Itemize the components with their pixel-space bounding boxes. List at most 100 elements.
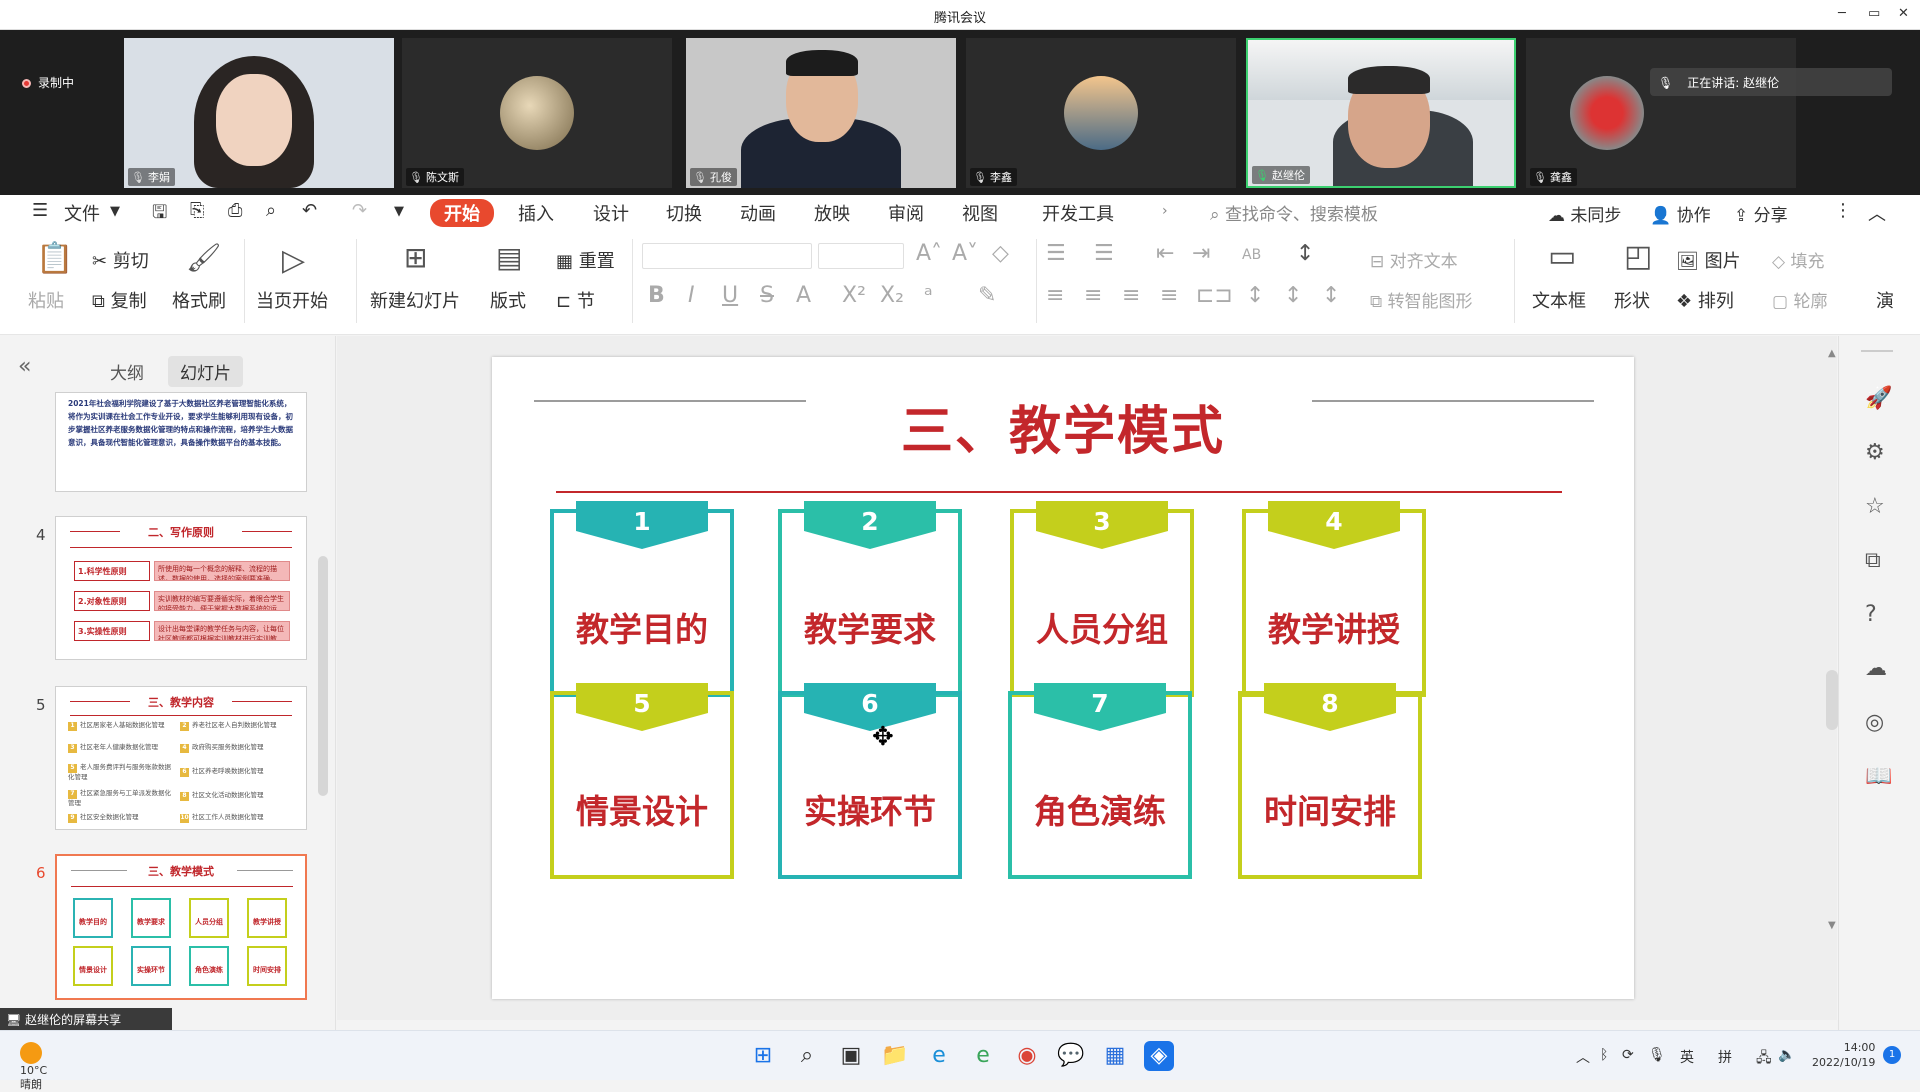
chevron-down-icon[interactable]: ▼ [394, 204, 404, 219]
more-icon[interactable]: ⋮ [1834, 200, 1852, 221]
slide-thumb-5[interactable]: 三、教学内容 1 社区居家老人基础数据化管理 2 养老社区老人自判数据化管理 3 社区… [55, 686, 307, 830]
save-icon[interactable]: 🖫 [152, 200, 167, 230]
bullet-list-icon[interactable]: ☰ [1046, 241, 1066, 266]
italic-icon[interactable]: I [688, 283, 695, 308]
font-color-icon[interactable]: A [796, 283, 811, 308]
compass-icon[interactable]: ◎ [1865, 710, 1884, 735]
bold-icon[interactable]: B [648, 283, 665, 308]
video-tile-5[interactable]: 🎙 赵继伦 [1246, 38, 1516, 188]
paste-icon[interactable]: 📋 [36, 241, 73, 276]
tab-design[interactable]: 设计 [593, 200, 629, 226]
mode-card-1[interactable]: 1 教学目的 [550, 501, 734, 697]
sync-icon[interactable]: ⟳ [1622, 1047, 1634, 1063]
smart-shape-button[interactable]: ⧉ 转智能图形 [1370, 287, 1473, 312]
arrange-button[interactable]: ❖ 排列 [1676, 287, 1734, 313]
chevron-down-icon[interactable]: ▼ [110, 204, 120, 219]
tab-insert[interactable]: 插入 [518, 200, 554, 226]
copy-button[interactable]: ⧉ 复制 [92, 287, 147, 313]
cast-icon[interactable]: ⧉ [1865, 548, 1881, 573]
recording-indicator[interactable]: 录制中 [22, 74, 74, 91]
new-slide-button[interactable]: 新建幻灯片 [370, 287, 460, 313]
export-icon[interactable]: ⎘ [190, 200, 204, 221]
browser-icon[interactable]: e [968, 1041, 998, 1071]
sync-status[interactable]: ☁ 未同步 [1548, 201, 1621, 226]
phonetic-icon[interactable]: ᵃ [924, 283, 933, 308]
image-button[interactable]: 🖼 图片 [1676, 247, 1741, 273]
screen-share-badge[interactable]: 🖥 赵继伦的屏幕共享 [0, 1008, 172, 1030]
tab-developer[interactable]: 开发工具 [1042, 200, 1114, 226]
mode-card-5[interactable]: 5 情景设计 [550, 683, 734, 879]
bluetooth-icon[interactable]: ᛒ [1600, 1047, 1608, 1063]
fill-button[interactable]: ◇ 填充 [1772, 247, 1824, 272]
settings-sliders-icon[interactable]: ⚙ [1865, 440, 1885, 465]
collapse-ribbon-icon[interactable]: ︿ [1868, 200, 1886, 226]
new-slide-icon[interactable]: ⊞ [404, 241, 427, 274]
slide-thumb-6[interactable]: 三、教学模式 教学目的 教学要求 人员分组 教学讲授 情景设计 实操环节 角色演… [55, 854, 307, 1000]
chevron-up-icon[interactable]: ︿ [1576, 1047, 1590, 1067]
start-icon[interactable]: ⊞ [748, 1041, 778, 1071]
wechat-icon[interactable]: 💬 [1056, 1041, 1086, 1071]
slide-thumb-4[interactable]: 二、写作原则 1.科学性原则 所使用的每一个概念的解释、流程的描述，数据的使用，… [55, 516, 307, 660]
align-text-button[interactable]: ⊟ 对齐文本 [1370, 247, 1458, 272]
superscript-icon[interactable]: X² [842, 283, 866, 308]
paste-button[interactable]: 粘贴 [28, 287, 64, 313]
file-explorer-icon[interactable]: 📁 [880, 1041, 910, 1071]
search-icon[interactable]: ⌕ [792, 1041, 822, 1071]
redo-icon[interactable]: ↷ [352, 200, 367, 221]
slide[interactable]: 三、教学模式 1 教学目的 2 教学要求 3 人员分组 4 教学讲授 5 情景设计 6 实操环节 7 角色… [492, 357, 1634, 999]
volume-icon[interactable]: 🔈 [1778, 1047, 1795, 1063]
mode-card-6[interactable]: 6 实操环节 [778, 683, 962, 879]
align-right-icon[interactable]: ≡ [1122, 283, 1140, 308]
textbox-icon[interactable]: ▭ [1548, 239, 1576, 274]
section-button[interactable]: ⊏ 节 [556, 287, 595, 313]
tab-slides[interactable]: 幻灯片 [168, 356, 243, 387]
scroll-up-icon[interactable]: ▲ [1828, 348, 1836, 359]
mode-card-3[interactable]: 3 人员分组 [1010, 501, 1194, 697]
rocket-icon[interactable]: 🚀 [1865, 386, 1892, 411]
canvas-scrollbar[interactable] [1826, 670, 1838, 730]
indent-icon[interactable]: ⇥ [1192, 241, 1210, 266]
mode-card-2[interactable]: 2 教学要求 [778, 501, 962, 697]
video-tile-2[interactable]: 🎙 陈文斯 [402, 38, 672, 188]
shape-button[interactable]: 形状 [1614, 287, 1650, 313]
tab-review[interactable]: 审阅 [888, 200, 924, 226]
video-tile-6[interactable]: 🎙 龚鑫 [1526, 38, 1796, 188]
cloud-icon[interactable]: ☁ [1865, 656, 1887, 681]
align-left-icon[interactable]: ≡ [1046, 283, 1064, 308]
collapse-panel-icon[interactable]: « [18, 354, 31, 379]
reset-button[interactable]: ▦ 重置 [556, 247, 615, 273]
task-view-icon[interactable]: ▣ [836, 1041, 866, 1071]
weather-widget[interactable]: 10°C 晴朗 [20, 1042, 50, 1092]
shape-icon[interactable]: ◰ [1624, 239, 1652, 274]
undo-icon[interactable]: ↶ [302, 200, 317, 221]
ime-mode[interactable]: 拼 [1718, 1047, 1732, 1067]
underline-icon[interactable]: U [722, 283, 738, 308]
sort-icon[interactable]: ↕ [1296, 241, 1314, 266]
highlight-icon[interactable]: ✎ [978, 283, 996, 308]
strikethrough-icon[interactable]: S [760, 283, 774, 308]
play-current-button[interactable]: 当页开始 [256, 287, 328, 313]
edge-icon[interactable]: e [924, 1041, 954, 1071]
format-painter-button[interactable]: 格式刷 [172, 287, 226, 313]
font-grow-icon[interactable]: A˄ [916, 241, 942, 266]
outline-button[interactable]: ▢ 轮廓 [1772, 287, 1827, 312]
star-icon[interactable]: ☆ [1865, 494, 1885, 519]
notification-badge[interactable]: 1 [1883, 1046, 1901, 1064]
panel-scrollbar[interactable] [318, 556, 328, 796]
clear-format-icon[interactable]: ◇ [992, 241, 1009, 266]
distribute-icon[interactable]: ⊏⊐ [1196, 283, 1233, 308]
subscript-icon[interactable]: X₂ [880, 283, 904, 308]
command-search[interactable]: ⌕ 查找命令、搜索模板 [1210, 200, 1378, 225]
tab-view[interactable]: 视图 [962, 200, 998, 226]
chrome-icon[interactable]: ◉ [1012, 1041, 1042, 1071]
number-list-icon[interactable]: ☰ [1094, 241, 1114, 266]
mic-icon[interactable]: 🎙 [1648, 1047, 1666, 1063]
play-icon[interactable]: ▷ [282, 243, 305, 278]
line-spacing-icon[interactable]: ↕ [1246, 283, 1264, 308]
para-spacing-icon[interactable]: ↕ [1284, 283, 1302, 308]
print-icon[interactable]: ⎙ [228, 200, 242, 221]
layout-button[interactable]: 版式 [490, 287, 526, 313]
text-direction-icon[interactable]: AB [1242, 247, 1261, 263]
app-icon[interactable]: ▦ [1100, 1041, 1130, 1071]
help-icon[interactable]: ? [1865, 602, 1877, 627]
